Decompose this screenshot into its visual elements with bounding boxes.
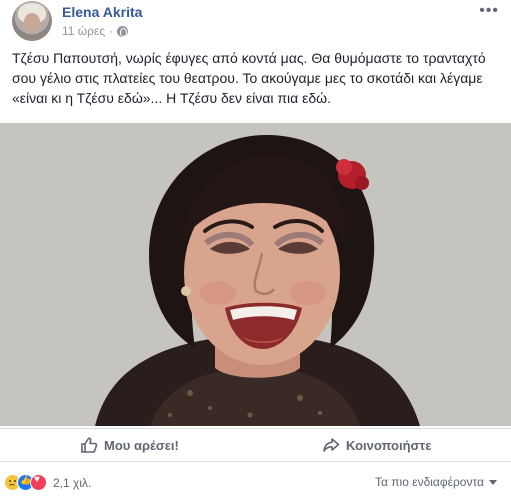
post-photo[interactable]	[0, 123, 511, 426]
post-time[interactable]: 11 ώρες	[62, 24, 105, 38]
chevron-down-icon	[489, 479, 497, 485]
meta-separator: ·	[109, 24, 114, 38]
love-reaction-icon	[30, 474, 47, 491]
post-meta: 11 ώρες ·	[62, 24, 129, 38]
share-label: Κοινοποιήστε	[346, 437, 432, 453]
portrait-illustration	[0, 123, 511, 426]
more-dots-icon[interactable]: •••	[479, 2, 499, 20]
comment-sort-dropdown[interactable]: Τα πιο ενδιαφέροντα	[375, 475, 497, 489]
post-text-line: «είναι κι η Τζέσυ εδώ»... Η Τζέσυ δεν εί…	[12, 90, 331, 106]
like-button[interactable]: Μου αρέσει!	[80, 429, 179, 461]
avatar[interactable]	[12, 1, 52, 41]
post-footer: 2,1 χιλ. Τα πιο ενδιαφέροντα	[0, 468, 511, 496]
share-arrow-icon	[323, 438, 340, 452]
post-text: Τζέσυ Παπουτσή, νωρίς έφυγες από κοντά μ…	[12, 48, 502, 108]
thumbs-up-icon	[81, 437, 98, 453]
share-button[interactable]: Κοινοποιήστε	[322, 429, 431, 461]
reaction-count[interactable]: 2,1 χιλ.	[53, 476, 91, 490]
author-name[interactable]: Elena Akrita	[62, 4, 142, 20]
avatar-face	[24, 13, 40, 31]
reaction-summary[interactable]: 2,1 χιλ.	[4, 474, 91, 491]
globe-icon[interactable]	[117, 25, 129, 37]
sort-label: Τα πιο ενδιαφέροντα	[374, 475, 484, 489]
action-bar: Μου αρέσει! Κοινοποιήστε	[0, 428, 511, 462]
facebook-post: Elena Akrita 11 ώρες · ••• Τζέσυ Παπουτσ…	[0, 0, 511, 498]
like-label: Μου αρέσει!	[104, 437, 179, 453]
post-text-line: σου γέλιο στις πλατείες του θεατρου. Το …	[12, 70, 483, 86]
post-text-line: Τζέσυ Παπουτσή, νωρίς έφυγες από κοντά μ…	[12, 50, 486, 66]
